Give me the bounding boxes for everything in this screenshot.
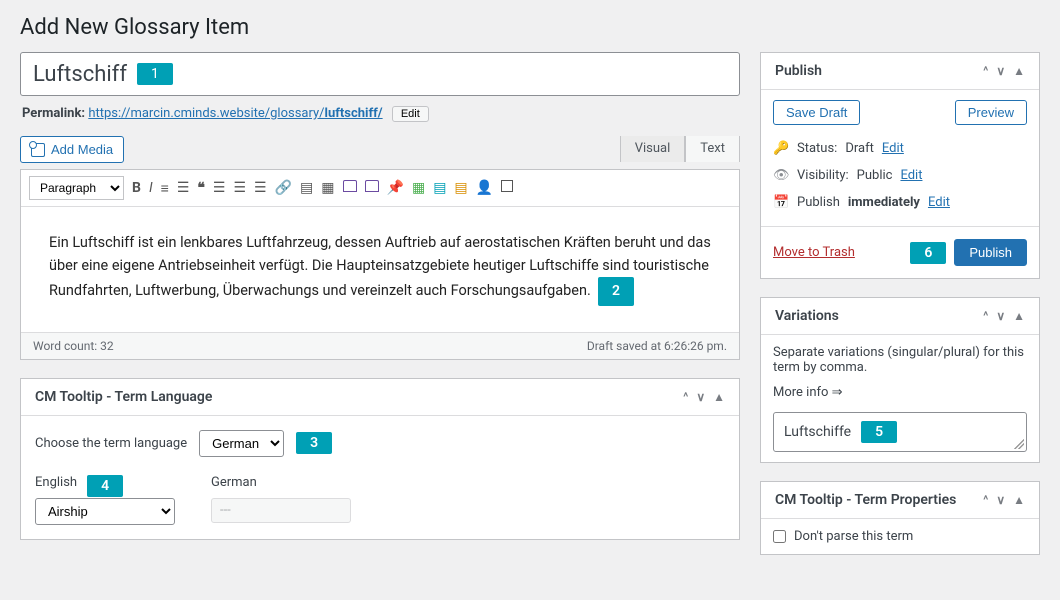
permalink-label: Permalink: (22, 106, 85, 121)
editor: Paragraph B I ≡ ☰ ❝ ☰ ☰ ☰ 🔗 ▤ ▦ 📌 (20, 169, 740, 360)
editor-toolbar: Paragraph B I ≡ ☰ ❝ ☰ ☰ ☰ 🔗 ▤ ▦ 📌 (21, 170, 739, 207)
term-properties-box: CM Tooltip - Term Properties ^ ∨ ▲ Don't… (760, 481, 1040, 555)
variations-input[interactable]: Luftschiffe 5 (773, 412, 1027, 452)
callout-badge-3: 3 (296, 432, 332, 454)
chevron-up-icon[interactable]: ^ (683, 390, 688, 404)
blockquote-icon[interactable]: ❝ (197, 180, 205, 196)
pin-status-icon: 🔑 (773, 141, 789, 156)
status-edit-link[interactable]: Edit (882, 141, 904, 156)
dont-parse-checkbox[interactable] (773, 530, 786, 543)
editor-content[interactable]: Ein Luftschiff ist ein lenkbares Luftfah… (21, 207, 739, 332)
schedule-prefix: Publish (797, 195, 840, 210)
chevron-down-icon[interactable]: ∨ (996, 64, 1005, 78)
align-center-icon[interactable]: ☰ (233, 180, 246, 196)
choose-language-label: Choose the term language (35, 436, 187, 451)
chevron-up-icon[interactable]: ^ (983, 64, 988, 78)
toggle-icon[interactable]: ▲ (1013, 64, 1025, 78)
title-input[interactable]: Luftschiff 1 (20, 52, 740, 96)
grid-icon[interactable]: ▦ (412, 180, 425, 196)
title-value: Luftschiff (33, 62, 127, 87)
person-icon[interactable]: 👤 (476, 180, 493, 196)
german-term-select: --- (211, 498, 351, 523)
term-properties-title: CM Tooltip - Term Properties (775, 492, 956, 508)
more-info-link[interactable]: More info ⇒ (773, 385, 843, 400)
variations-box: Variations ^ ∨ ▲ Separate variations (si… (760, 297, 1040, 463)
paragraph2-icon[interactable]: ▤ (454, 180, 467, 196)
status-label: Status: (797, 141, 837, 156)
page-title: Add New Glossary Item (20, 15, 1040, 40)
status-value: Draft (845, 141, 874, 156)
fullscreen-icon[interactable] (501, 180, 513, 196)
variations-title: Variations (775, 308, 839, 324)
link-icon[interactable]: 🔗 (275, 180, 292, 196)
variations-value: Luftschiffe (784, 424, 851, 440)
visibility-value: Public (857, 168, 893, 183)
dont-parse-label: Don't parse this term (794, 529, 913, 544)
visibility-label: Visibility: (797, 168, 849, 183)
chevron-down-icon[interactable]: ∨ (996, 309, 1005, 323)
callout-badge-1: 1 (137, 63, 173, 85)
align-right-icon[interactable]: ☰ (254, 180, 267, 196)
tab-visual[interactable]: Visual (620, 136, 686, 162)
move-to-trash-link[interactable]: Move to Trash (773, 245, 855, 260)
permalink-edit-button[interactable]: Edit (392, 106, 429, 122)
bold-icon[interactable]: B (132, 180, 141, 196)
toggle-icon[interactable]: ▲ (713, 390, 725, 404)
german-label: German (211, 475, 351, 490)
draft-saved-time: Draft saved at 6:26:26 pm. (587, 339, 727, 353)
ol-list-icon[interactable]: ☰ (177, 180, 190, 196)
chevron-up-icon[interactable]: ^ (983, 493, 988, 507)
schedule-value: immediately (848, 195, 920, 210)
book1-icon[interactable] (343, 180, 357, 196)
pin-icon[interactable]: 📌 (387, 180, 404, 196)
media-icon (31, 143, 45, 157)
callout-badge-5: 5 (861, 421, 897, 443)
permalink-row: Permalink: https://marcin.cminds.website… (22, 106, 740, 122)
term-language-box: CM Tooltip - Term Language ^ ∨ ▲ Choose … (20, 378, 740, 540)
term-language-title: CM Tooltip - Term Language (35, 389, 212, 405)
chevron-down-icon[interactable]: ∨ (996, 493, 1005, 507)
schedule-edit-link[interactable]: Edit (928, 195, 950, 210)
english-term-select[interactable]: Airship (35, 498, 175, 525)
callout-badge-6: 6 (910, 242, 946, 264)
format-select[interactable]: Paragraph (29, 176, 124, 200)
visibility-edit-link[interactable]: Edit (900, 168, 922, 183)
chevron-up-icon[interactable]: ^ (983, 309, 988, 323)
keyboard-icon[interactable]: ▦ (321, 180, 334, 196)
chevron-down-icon[interactable]: ∨ (696, 390, 705, 404)
toggle-icon[interactable]: ▲ (1013, 493, 1025, 507)
publish-title: Publish (775, 63, 822, 79)
italic-icon[interactable]: I (149, 180, 153, 196)
term-language-select[interactable]: German (199, 430, 284, 457)
permalink-link[interactable]: https://marcin.cminds.website/glossary/l… (88, 106, 382, 121)
callout-badge-4: 4 (87, 475, 123, 497)
preview-button[interactable]: Preview (955, 100, 1027, 125)
ul-list-icon[interactable]: ≡ (161, 180, 169, 197)
publish-button[interactable]: Publish (954, 239, 1027, 266)
list2-icon[interactable]: ▤ (433, 180, 446, 196)
toggle-icon[interactable]: ▲ (1013, 309, 1025, 323)
more-icon[interactable]: ▤ (300, 180, 313, 196)
callout-badge-2: 2 (598, 277, 634, 305)
publish-box: Publish ^ ∨ ▲ Save Draft Preview 🔑 Statu… (760, 52, 1040, 279)
tab-text[interactable]: Text (685, 136, 740, 162)
save-draft-button[interactable]: Save Draft (773, 100, 860, 125)
book2-icon[interactable] (365, 180, 379, 196)
word-count: Word count: 32 (33, 339, 114, 353)
eye-icon: 👁 (773, 168, 789, 183)
english-label: English (35, 475, 77, 490)
align-left-icon[interactable]: ☰ (213, 180, 226, 196)
add-media-button[interactable]: Add Media (20, 136, 124, 163)
calendar-icon: 📅 (773, 195, 789, 210)
variations-hint: Separate variations (singular/plural) fo… (773, 345, 1027, 375)
